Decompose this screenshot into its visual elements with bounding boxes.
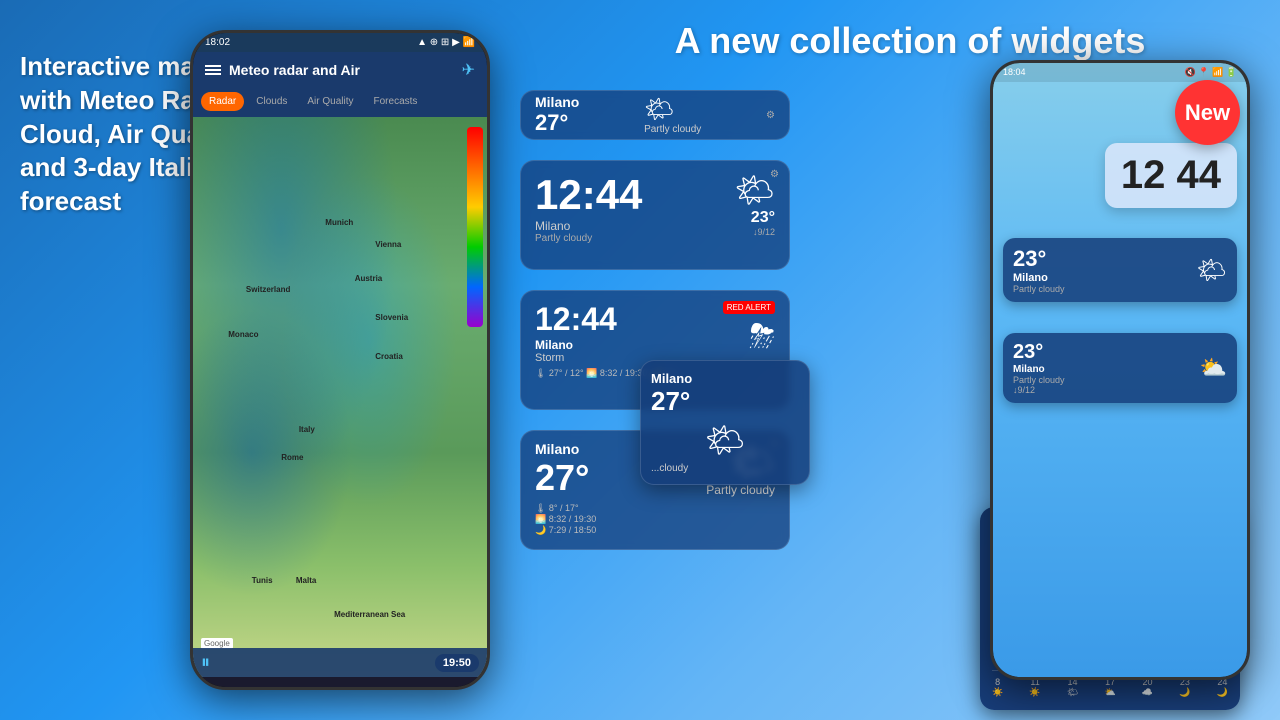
map-label-monaco: Monaco [228, 330, 258, 339]
w3-desc: Storm [535, 352, 617, 364]
plane-icon: ✈ [462, 60, 475, 80]
w3-time: 12:44 [535, 301, 617, 338]
phone-right-clock: 12 44 [1105, 143, 1237, 208]
wmo-icon: 🌤 [705, 421, 746, 459]
prwm-sub: ↓9/12 [1013, 385, 1065, 395]
w4-sub2: 🌅 8:32 / 19:30 [535, 514, 775, 525]
phone-left-status-bar: 18:02 ▲ ⊕ ⊞ ▶ 📶 [193, 33, 487, 52]
page-title: A new collection of widgets [640, 20, 1180, 62]
w2-icon: 🌤 [734, 171, 775, 209]
hamburger-icon[interactable] [205, 65, 221, 75]
phone-left-icons: ▲ ⊕ ⊞ ▶ 📶 [417, 37, 475, 48]
prws-city: Milano [1013, 272, 1065, 284]
map-label-malta: Malta [296, 576, 316, 585]
map-label-vienna: Vienna [375, 240, 401, 249]
tab-clouds[interactable]: Clouds [248, 92, 295, 111]
phone-right-widget-small: 23° Milano Partly cloudy 🌤 [1003, 238, 1237, 302]
prws-desc: Partly cloudy [1013, 284, 1065, 294]
tab-air-quality[interactable]: Air Quality [299, 92, 361, 111]
map-color-legend [467, 127, 483, 327]
pause-icon[interactable]: ⏸ [201, 652, 210, 673]
wl-h0: 8 [992, 677, 1003, 687]
phone-right-time: 18:04 [1003, 67, 1026, 78]
map-label-croatia: Croatia [375, 352, 403, 361]
wmo-desc: ...cloudy [651, 463, 799, 474]
map-label-switzerland: Switzerland [246, 285, 290, 294]
w4-city: Milano [535, 441, 589, 457]
w2-city: Milano [535, 219, 642, 233]
w2-time: 12:44 [535, 171, 642, 219]
phone-app-bar: Meteo radar and Air ✈ [193, 52, 487, 88]
phone-left: 18:02 ▲ ⊕ ⊞ ▶ 📶 Meteo radar and Air ✈ Ra… [190, 30, 490, 690]
w3-icon: ⛈ [749, 318, 775, 356]
w2-temp: 23° [734, 209, 775, 227]
prwm-city: Milano [1013, 364, 1065, 375]
w3-alert: RED ALERT [723, 301, 775, 314]
prwm-desc: Partly cloudy [1013, 375, 1065, 385]
map-label-rome: Rome [281, 453, 303, 462]
widget-milano-overlay: Milano 27° 🌤 ...cloudy [640, 360, 810, 485]
w1-city: Milano [535, 94, 579, 110]
phone-right: 18:04 🔇 📍 📶 🔋 12 44 23° Milano Partly cl… [990, 60, 1250, 680]
app-bar-title: Meteo radar and Air [229, 62, 454, 78]
map-label-italy: Italy [299, 425, 315, 434]
tab-radar[interactable]: Radar [201, 92, 244, 111]
w2-settings-icon[interactable]: ⚙ [770, 169, 779, 180]
new-badge: New [1175, 80, 1240, 145]
map-label-munich: Munich [325, 218, 353, 227]
w1-settings-icon[interactable]: ⚙ [766, 110, 775, 121]
phone-right-icons: 🔇 📍 📶 🔋 [1185, 67, 1237, 78]
w3-city: Milano [535, 338, 617, 352]
map-bottom-bar: ⏸ 19:50 [193, 648, 487, 677]
map-area: Munich Vienna Switzerland Austria Sloven… [193, 117, 487, 677]
widget-milano-small: Milano 27° 🌤 Partly cloudy ⚙ [520, 90, 790, 140]
map-label-austria: Austria [355, 274, 383, 283]
prwm-icon: ⛅ [1200, 355, 1227, 381]
widget-time-weather: 12:44 Milano Partly cloudy 🌤 23° ↓9/12 ⚙ [520, 160, 790, 270]
w1-icon: 🌤 [644, 95, 701, 124]
map-label-mediterranean: Mediterranean Sea [334, 610, 405, 619]
map-time-badge: 19:50 [435, 654, 479, 672]
map-label-tunis: Tunis [252, 576, 273, 585]
w4-temp: 27° [535, 457, 589, 499]
w1-desc: Partly cloudy [644, 124, 701, 135]
phone-left-time: 18:02 [205, 37, 230, 48]
map-label-slovenia: Slovenia [375, 313, 408, 322]
prwm-temp: 23° [1013, 341, 1065, 364]
wmo-temp: 27° [651, 386, 799, 417]
w1-temp: 27° [535, 110, 579, 136]
tab-bar: Radar Clouds Air Quality Forecasts [193, 88, 487, 117]
prws-temp: 23° [1013, 246, 1065, 272]
prws-icon: 🌤 [1197, 256, 1227, 285]
w2-sub: ↓9/12 [734, 227, 775, 237]
w4-sub1: 🌡 8° / 17° [535, 503, 775, 514]
w4-desc: Partly cloudy [706, 483, 775, 497]
w2-desc: Partly cloudy [535, 233, 642, 244]
w4-sub3: 🌙 7:29 / 18:50 [535, 525, 775, 536]
wmo-city: Milano [651, 371, 799, 386]
tab-forecasts[interactable]: Forecasts [366, 92, 426, 111]
phone-right-widget-medium: 23° Milano Partly cloudy ↓9/12 ⛅ [1003, 333, 1237, 403]
